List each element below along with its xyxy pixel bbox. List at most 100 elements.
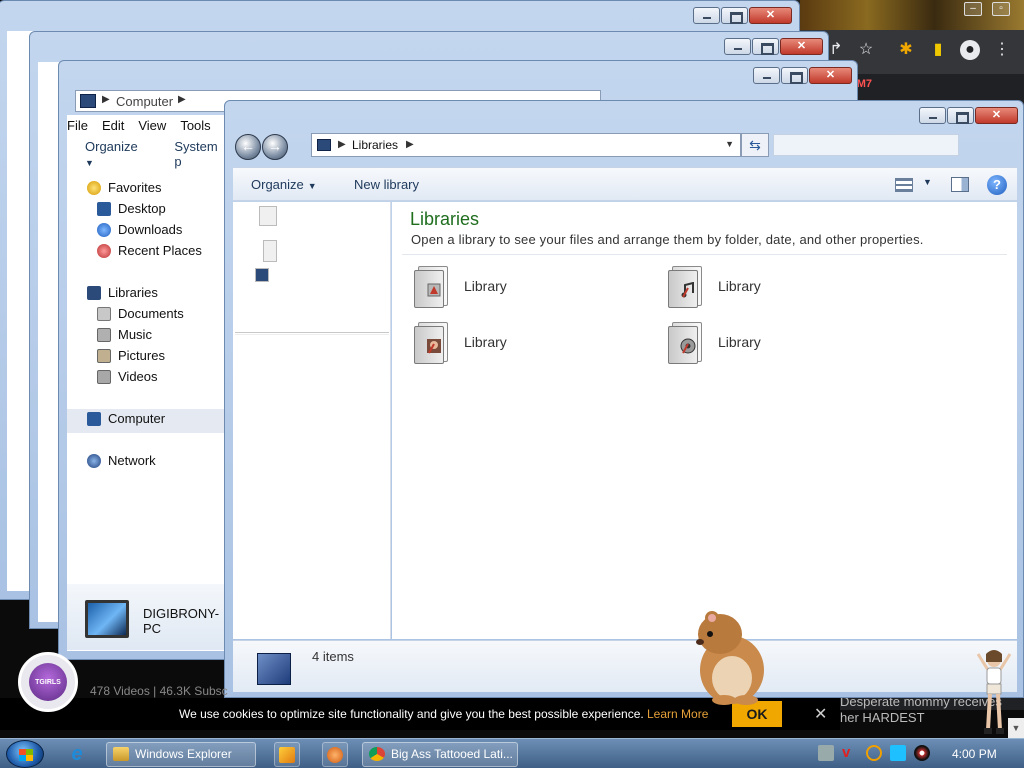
nav-label: Desktop bbox=[118, 201, 166, 216]
taskbar-chrome[interactable]: Big Ass Tattooed Lati... bbox=[362, 742, 518, 767]
library-item-videos[interactable]: Library bbox=[666, 320, 761, 364]
nav-label: Recent Places bbox=[118, 243, 202, 258]
page-subtitle: Open a library to see your files and arr… bbox=[411, 232, 924, 247]
change-view-icon[interactable] bbox=[895, 178, 913, 192]
documents-icon[interactable] bbox=[263, 240, 277, 262]
star-icon[interactable]: ☆ bbox=[856, 40, 876, 60]
profile-icon[interactable]: ● bbox=[960, 40, 980, 60]
new-library-button[interactable]: New library bbox=[354, 177, 419, 192]
sidebar-icon[interactable]: ▮ bbox=[928, 40, 948, 60]
menu-bar: File Edit View Tools bbox=[67, 118, 211, 138]
address-bar[interactable]: ▶ Libraries ▶ ▼ bbox=[311, 133, 741, 157]
close-button[interactable] bbox=[780, 38, 823, 55]
nav-pictures[interactable]: Pictures bbox=[97, 348, 165, 363]
address-segment[interactable]: Libraries bbox=[352, 138, 398, 152]
search-tray-icon[interactable] bbox=[866, 745, 882, 761]
channel-logo[interactable]: TGIRLS bbox=[18, 652, 78, 712]
close-button[interactable] bbox=[809, 67, 852, 84]
start-button[interactable] bbox=[6, 740, 44, 768]
menu-tools[interactable]: Tools bbox=[180, 118, 210, 138]
chevron-right-icon[interactable]: ▶ bbox=[406, 139, 414, 150]
nav-downloads[interactable]: Downloads bbox=[97, 222, 182, 237]
nav-computer[interactable]: Computer bbox=[87, 411, 165, 426]
nav-libraries[interactable]: Libraries bbox=[87, 285, 158, 300]
maximize-button[interactable] bbox=[721, 7, 748, 24]
scroll-down-button[interactable]: ▼ bbox=[1008, 718, 1024, 738]
clock[interactable]: 4:00 PM bbox=[952, 747, 997, 761]
windows-logo-icon bbox=[19, 749, 33, 761]
nav-favorites[interactable]: Favorites bbox=[87, 180, 161, 195]
menu-view[interactable]: View bbox=[138, 118, 166, 138]
nav-network[interactable]: Network bbox=[87, 453, 156, 468]
close-button[interactable] bbox=[975, 107, 1018, 124]
organize-label: Organize bbox=[85, 139, 138, 154]
library-item-pictures[interactable]: Library bbox=[412, 320, 507, 364]
close-button[interactable] bbox=[749, 7, 792, 24]
nav-desktop[interactable]: Desktop bbox=[97, 201, 166, 216]
libraries-content: Libraries Open a library to see your fil… bbox=[392, 202, 1017, 639]
nav-separator bbox=[235, 332, 389, 335]
recorder-tray-icon[interactable] bbox=[914, 745, 930, 761]
share-icon[interactable]: ↱ bbox=[826, 40, 846, 60]
menu-edit[interactable]: Edit bbox=[102, 118, 124, 138]
cookie-close-icon[interactable]: ✕ bbox=[814, 704, 827, 724]
help-icon[interactable]: ? bbox=[987, 175, 1007, 195]
address-dropdown-icon[interactable]: ▼ bbox=[725, 139, 734, 149]
nav-label: Downloads bbox=[118, 222, 183, 237]
chrome-icon bbox=[369, 747, 385, 761]
browser-maximize-button[interactable]: ▫ bbox=[992, 2, 1010, 16]
internet-explorer-icon[interactable]: e bbox=[66, 743, 88, 765]
learn-more-link[interactable]: Learn More bbox=[647, 707, 708, 721]
maximize-button[interactable] bbox=[752, 38, 779, 55]
computer-icon[interactable] bbox=[255, 268, 269, 282]
nav-documents[interactable]: Documents bbox=[97, 306, 184, 321]
minimize-button[interactable] bbox=[724, 38, 751, 55]
back-button[interactable]: ← bbox=[235, 134, 261, 160]
library-item-documents[interactable]: Library bbox=[412, 264, 507, 308]
minimize-button[interactable] bbox=[753, 67, 780, 84]
organize-button[interactable]: Organize ▼ bbox=[251, 177, 317, 192]
preview-pane-icon[interactable] bbox=[951, 177, 969, 192]
search-input[interactable] bbox=[773, 134, 959, 156]
display-tray-icon[interactable] bbox=[890, 745, 906, 761]
library-label: Library bbox=[718, 334, 761, 350]
taskbar-windows-explorer[interactable]: Windows Explorer bbox=[106, 742, 256, 767]
nav-recent-places[interactable]: Recent Places bbox=[97, 243, 202, 258]
favorites-icon[interactable] bbox=[259, 206, 277, 226]
nav-videos[interactable]: Videos bbox=[97, 369, 158, 384]
details-pane: DIGIBRONY-PC bbox=[67, 584, 225, 650]
view-options-dropdown[interactable]: ▼ bbox=[923, 177, 932, 187]
antivirus-tray-icon[interactable]: v bbox=[842, 745, 858, 761]
item-count: 4 items bbox=[312, 649, 354, 664]
logo-text: TGIRLS bbox=[35, 679, 61, 686]
nav-label: Music bbox=[118, 327, 152, 342]
minimize-button[interactable] bbox=[919, 107, 946, 124]
recent-places-icon bbox=[97, 243, 111, 258]
nav-music[interactable]: Music bbox=[97, 327, 152, 342]
minimize-button[interactable] bbox=[693, 7, 720, 24]
browser-menu-icon[interactable]: ⋮ bbox=[992, 40, 1012, 60]
music-icon bbox=[97, 327, 111, 342]
documents-icon bbox=[97, 306, 111, 321]
chevron-down-icon: ▼ bbox=[85, 158, 94, 168]
forward-button[interactable]: → bbox=[262, 134, 288, 160]
address-segment[interactable]: Computer bbox=[116, 94, 173, 109]
menu-file[interactable]: File bbox=[67, 118, 88, 138]
chevron-right-icon[interactable]: ▶ bbox=[102, 94, 110, 105]
refresh-button[interactable]: ⇆ bbox=[741, 133, 769, 157]
window-controls bbox=[724, 38, 823, 55]
chevron-right-icon[interactable]: ▶ bbox=[338, 139, 346, 150]
system-properties-button[interactable]: System p bbox=[174, 139, 227, 169]
extension-puzzle-icon[interactable]: ✱ bbox=[896, 40, 916, 60]
maximize-button[interactable] bbox=[781, 67, 808, 84]
network-tray-icon[interactable] bbox=[818, 745, 834, 761]
organize-button[interactable]: Organize ▼ bbox=[85, 139, 148, 169]
library-label: Library bbox=[718, 278, 761, 294]
taskbar-app[interactable] bbox=[322, 742, 348, 767]
taskbar-media-player[interactable] bbox=[274, 742, 300, 767]
maximize-button[interactable] bbox=[947, 107, 974, 124]
chevron-right-icon[interactable]: ▶ bbox=[178, 94, 186, 105]
library-item-music[interactable]: Library bbox=[666, 264, 761, 308]
command-bar: Organize ▼ New library ▼ ? bbox=[233, 167, 1017, 201]
browser-minimize-button[interactable]: – bbox=[964, 2, 982, 16]
